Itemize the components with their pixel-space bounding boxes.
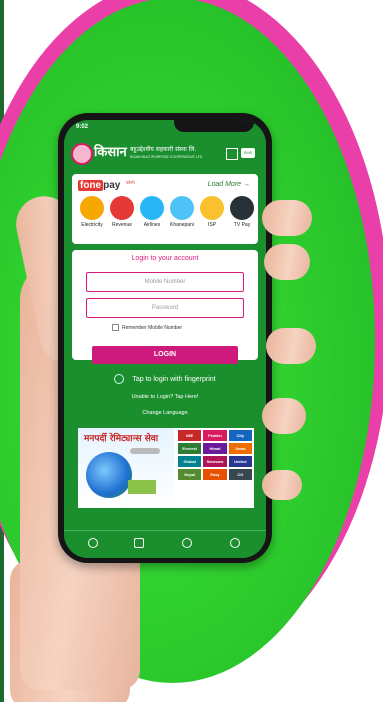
service-label: Revenue	[111, 222, 132, 228]
service-icon	[230, 196, 254, 220]
remit-logo: City	[228, 430, 252, 441]
remit-logo: CG	[228, 469, 252, 480]
service-airlines[interactable]: Airlines	[136, 196, 168, 228]
service-label: TV Pay	[233, 222, 251, 228]
promo-stage: 9:02 ▂▄▆ ◔ ▭ किसान बहुउद्देश्यीय सहकारी …	[0, 0, 383, 702]
service-label: ISP	[207, 222, 217, 228]
service-isp[interactable]: ISP	[196, 196, 228, 228]
remit-logo: Global	[178, 456, 202, 467]
remember-label: Remember Mobile Number	[122, 324, 183, 331]
finger-index	[262, 200, 312, 236]
fingerprint-label: Tap to login with fingerprint	[132, 375, 216, 383]
service-icon	[200, 196, 224, 220]
remember-mobile-checkbox[interactable]: Remember Mobile Number	[112, 324, 182, 331]
fingerprint-icon	[114, 374, 125, 384]
service-label: Airlines	[143, 222, 161, 228]
location-icon[interactable]	[88, 538, 98, 548]
remit-logo: Prabhu	[203, 430, 227, 441]
finger-little	[262, 398, 306, 434]
finger-middle	[264, 244, 310, 280]
remit-logo: Himal	[203, 443, 227, 454]
bank-name-tagline: बहुउद्देश्यीय सहकारी संस्था लि.	[130, 146, 197, 153]
service-revenue[interactable]: Revenue	[106, 196, 138, 228]
service-tv-pay[interactable]: TV Pay	[226, 196, 258, 228]
sms-icon[interactable]: SMS	[241, 148, 255, 158]
remit-logo: United	[228, 456, 252, 467]
bank-name: किसान	[94, 145, 127, 160]
bank-logo-icon	[71, 143, 93, 165]
status-time: 9:02	[76, 124, 89, 130]
phone-screen: 9:02 ▂▄▆ ◔ ▭ किसान बहुउद्देश्यीय सहकारी …	[64, 120, 266, 558]
phone-notch	[174, 120, 254, 132]
fonepay-services-card: fone pay फोनपे Load More → Electricity Rev…	[72, 174, 258, 244]
password-field[interactable]: Password	[86, 298, 244, 318]
remit-logo: Easy	[203, 469, 227, 480]
load-more-link[interactable]: Load More →	[208, 181, 250, 188]
fonepay-logo: fone pay	[78, 180, 121, 191]
remit-logo: IME	[178, 430, 202, 441]
remittance-title: मनपर्दी रेमिट्यान्स सेवा	[84, 434, 159, 444]
service-khanepani[interactable]: Khanepani	[166, 196, 198, 228]
remittance-art: मनपर्दी रेमिट्यान्स सेवा	[78, 428, 174, 508]
change-language-link[interactable]: Change Language	[64, 410, 266, 416]
login-card: Login to your account Mobile Number Pass…	[72, 250, 258, 360]
service-label: Electricity	[81, 222, 103, 228]
remittance-logos: IME Prabhu City Everest Himal Sewa Global Samsa…	[178, 430, 252, 480]
tools-icon[interactable]	[134, 538, 144, 548]
remittance-banner[interactable]: मनपर्दी रेमिट्यान्स सेवा IME Prabhu City Ev…	[78, 428, 254, 508]
remit-logo: Sewa	[228, 443, 252, 454]
service-icon	[80, 196, 104, 220]
remit-logo: Nepal	[178, 469, 202, 480]
service-electricity[interactable]: Electricity	[76, 196, 108, 228]
mobile-number-field[interactable]: Mobile Number	[86, 272, 244, 292]
finger-tip	[262, 470, 302, 500]
service-label: Khanepani	[170, 222, 194, 228]
login-button[interactable]: LOGIN	[92, 346, 238, 364]
airplane-icon	[130, 448, 160, 454]
remit-logo: Samsara	[203, 456, 227, 467]
bank-name-english: KISAN MULTIPURPOSE COOPERATIVE LTD.	[130, 155, 204, 159]
checkbox-icon	[112, 324, 119, 331]
service-icon	[170, 196, 194, 220]
scan-qr-icon[interactable]	[226, 148, 238, 160]
unable-to-login-link[interactable]: Unable to Login? Tap Here!	[64, 394, 266, 400]
service-icon	[110, 196, 134, 220]
app-header: किसान बहुउद्देश्यीय सहकारी संस्था लि. KI…	[64, 140, 266, 168]
help-icon[interactable]	[230, 538, 240, 548]
bottom-nav	[64, 530, 266, 558]
service-icon	[140, 196, 164, 220]
globe-icon	[86, 452, 132, 498]
fonepay-tag: फोनपे	[126, 180, 135, 185]
fingerprint-login[interactable]: Tap to login with fingerprint	[64, 374, 266, 384]
finger-ring	[266, 328, 316, 364]
profile-icon[interactable]	[182, 538, 192, 548]
money-icon	[128, 480, 156, 494]
login-title: Login to your account	[131, 255, 199, 262]
remit-logo: Everest	[178, 443, 202, 454]
